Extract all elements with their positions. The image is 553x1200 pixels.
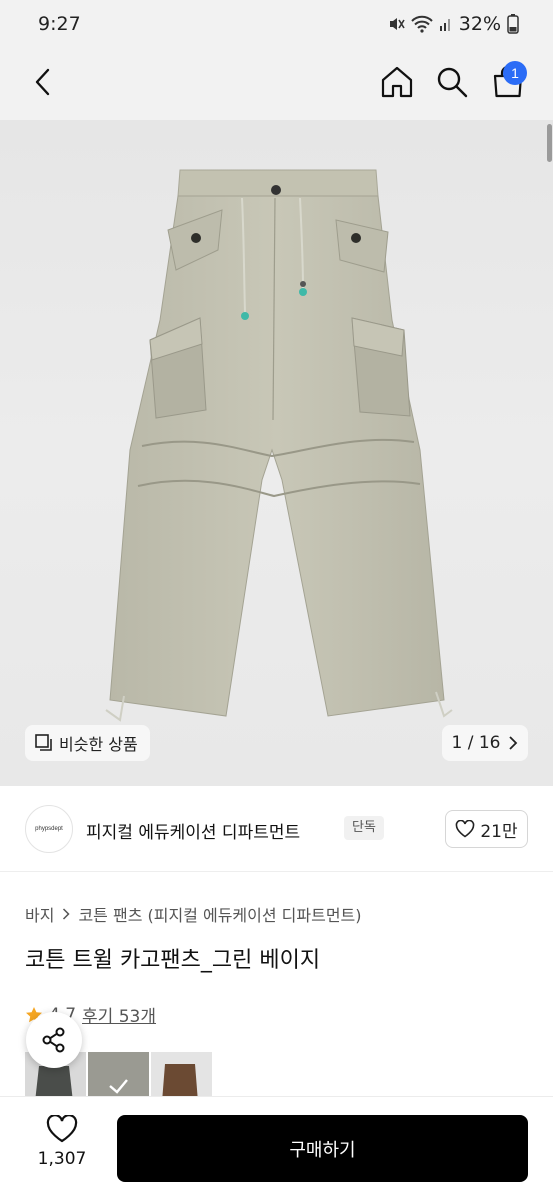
brand-row[interactable]: phypsdept 피지컬 에듀케이션 디파트먼트 단독 21만 bbox=[0, 786, 553, 872]
share-button[interactable] bbox=[26, 1012, 82, 1068]
search-button[interactable] bbox=[432, 62, 472, 102]
review-link[interactable]: 후기 53개 bbox=[82, 1002, 156, 1027]
swatch-pants-image bbox=[162, 1064, 198, 1102]
cart-badge: 1 bbox=[503, 61, 527, 85]
scroll-indicator[interactable] bbox=[547, 124, 552, 162]
product-title: 코튼 트윌 카고팬츠_그린 베이지 bbox=[25, 948, 321, 973]
wishlist-count: 1,307 bbox=[37, 1149, 87, 1169]
similar-icon bbox=[35, 734, 52, 751]
search-icon bbox=[437, 67, 468, 98]
share-icon bbox=[42, 1027, 65, 1053]
wifi-icon bbox=[411, 15, 433, 33]
exclusive-badge: 단독 bbox=[344, 816, 384, 840]
similar-products-button[interactable]: 비슷한 상품 bbox=[25, 725, 150, 761]
breadcrumb: 바지 코튼 팬츠 (피지컬 에듀케이션 디파트먼트) bbox=[25, 902, 362, 926]
app-header bbox=[0, 52, 553, 120]
back-icon bbox=[35, 68, 50, 96]
swatch-pants-image bbox=[88, 1052, 149, 1102]
bottom-action-bar: 1,307 구매하기 bbox=[0, 1096, 553, 1200]
home-button[interactable] bbox=[377, 62, 417, 102]
status-icons: 32% bbox=[387, 13, 519, 35]
heart-icon bbox=[456, 820, 475, 838]
chevron-right-icon bbox=[63, 908, 71, 920]
mute-icon bbox=[389, 18, 405, 30]
signal-icon bbox=[439, 19, 450, 31]
color-option-green-beige[interactable] bbox=[88, 1052, 149, 1102]
similar-products-label: 비슷한 상품 bbox=[59, 735, 138, 754]
image-page-counter[interactable]: 1 / 16 bbox=[442, 725, 528, 761]
product-image[interactable] bbox=[0, 120, 553, 786]
chevron-right-icon bbox=[509, 736, 518, 750]
status-time: 9:27 bbox=[38, 13, 81, 35]
cargo-pants-image bbox=[105, 169, 453, 722]
home-icon bbox=[381, 66, 413, 98]
breadcrumb-category[interactable]: 바지 bbox=[25, 902, 54, 926]
color-option-brown[interactable] bbox=[151, 1052, 212, 1102]
battery-percent: 32% bbox=[458, 13, 501, 35]
brand-logo-text: phypsdept bbox=[35, 826, 63, 832]
brand-like-button[interactable]: 21만 bbox=[445, 810, 528, 848]
status-bar: 9:27 32% bbox=[0, 0, 553, 52]
breadcrumb-subcategory[interactable]: 코튼 팬츠 (피지컬 에듀케이션 디파트먼트) bbox=[78, 902, 361, 926]
battery-icon bbox=[507, 14, 519, 34]
buy-button[interactable]: 구매하기 bbox=[117, 1115, 528, 1182]
brand-like-count: 21만 bbox=[480, 821, 518, 842]
heart-icon bbox=[46, 1115, 78, 1143]
brand-logo[interactable]: phypsdept bbox=[25, 805, 73, 853]
wishlist-button[interactable]: 1,307 bbox=[28, 1115, 96, 1191]
back-button[interactable] bbox=[26, 64, 62, 100]
page-counter-text: 1 / 16 bbox=[451, 733, 501, 753]
brand-name[interactable]: 피지컬 에듀케이션 디파트먼트 bbox=[86, 818, 300, 843]
